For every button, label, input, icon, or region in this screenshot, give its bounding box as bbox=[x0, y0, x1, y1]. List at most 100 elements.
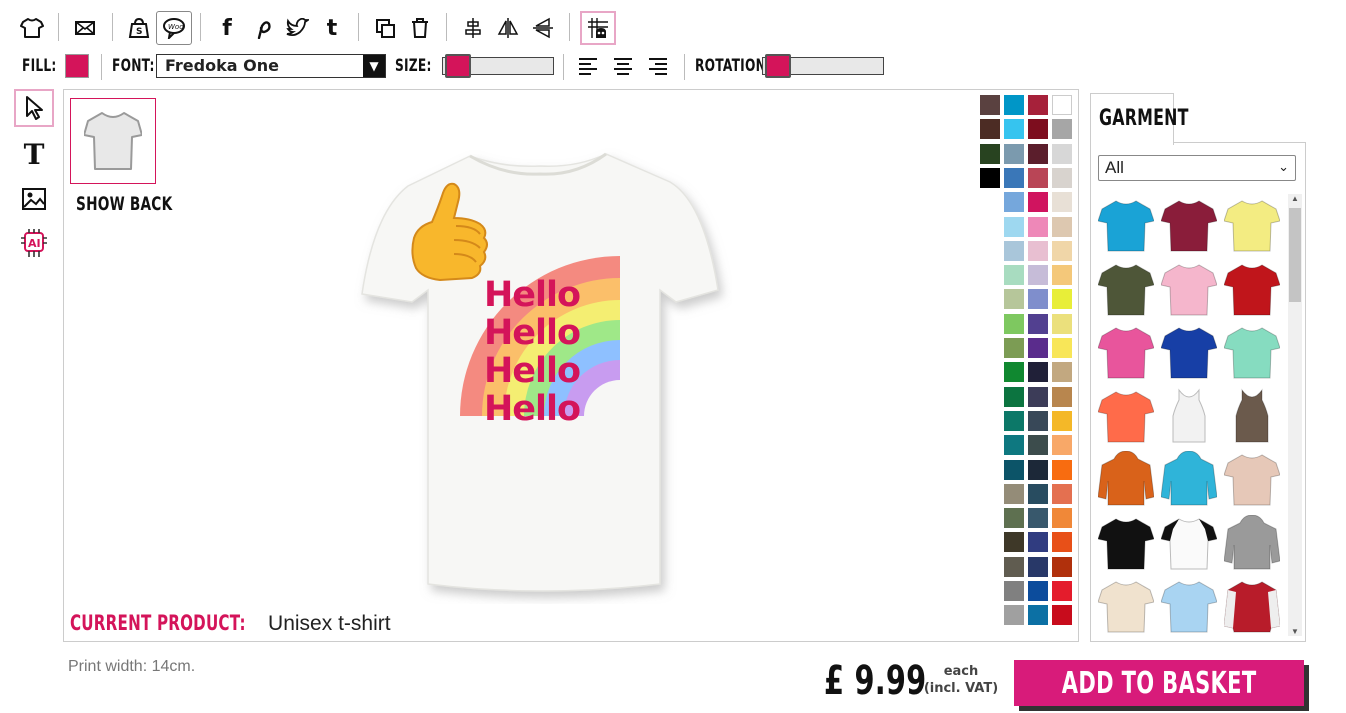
palette-swatch[interactable] bbox=[1052, 338, 1072, 358]
palette-swatch[interactable] bbox=[1028, 556, 1048, 577]
thumbs-up-icon[interactable] bbox=[408, 178, 494, 286]
palette-swatch[interactable] bbox=[1052, 240, 1072, 261]
palette-swatch[interactable] bbox=[1052, 556, 1072, 577]
palette-swatch[interactable] bbox=[1004, 459, 1024, 480]
facebook-icon[interactable]: f bbox=[209, 11, 245, 45]
pinterest-icon[interactable] bbox=[244, 11, 280, 45]
palette-swatch[interactable] bbox=[1052, 532, 1072, 553]
palette-swatch[interactable] bbox=[1052, 216, 1072, 237]
palette-swatch[interactable] bbox=[1052, 192, 1072, 213]
palette-swatch[interactable] bbox=[1028, 581, 1048, 601]
garment-item[interactable] bbox=[1223, 261, 1281, 317]
palette-swatch[interactable] bbox=[1028, 95, 1048, 115]
palette-swatch[interactable] bbox=[980, 143, 1000, 164]
garment-item[interactable] bbox=[1097, 324, 1155, 380]
garment-item[interactable] bbox=[1097, 388, 1155, 444]
palette-swatch[interactable] bbox=[1004, 192, 1024, 213]
palette-swatch[interactable] bbox=[1052, 313, 1072, 334]
palette-swatch[interactable] bbox=[1052, 362, 1072, 383]
tumblr-icon[interactable]: t bbox=[314, 11, 350, 45]
palette-swatch[interactable] bbox=[1028, 410, 1048, 431]
palette-swatch[interactable] bbox=[1028, 508, 1048, 529]
palette-swatch[interactable] bbox=[1028, 265, 1048, 286]
palette-swatch[interactable] bbox=[1028, 386, 1048, 407]
size-slider-knob[interactable] bbox=[445, 54, 471, 78]
grid-icon[interactable] bbox=[580, 11, 616, 45]
garment-item[interactable] bbox=[1097, 515, 1155, 571]
palette-swatch[interactable] bbox=[1052, 483, 1072, 504]
palette-swatch[interactable] bbox=[1028, 167, 1048, 188]
align-center-text-icon[interactable] bbox=[613, 57, 633, 80]
palette-swatch[interactable] bbox=[1052, 459, 1072, 480]
palette-swatch[interactable] bbox=[1004, 313, 1024, 334]
palette-swatch[interactable] bbox=[1052, 581, 1072, 601]
palette-swatch[interactable] bbox=[1028, 289, 1048, 310]
palette-swatch[interactable] bbox=[1052, 119, 1072, 140]
font-select[interactable]: Fredoka One ▼ bbox=[156, 54, 386, 78]
palette-swatch[interactable] bbox=[1004, 410, 1024, 431]
garment-item[interactable] bbox=[1223, 197, 1281, 253]
add-to-basket-button[interactable]: ADD TO BASKET bbox=[1014, 660, 1304, 706]
select-tool-button[interactable] bbox=[14, 89, 54, 127]
garment-item[interactable] bbox=[1223, 451, 1281, 507]
tshirt-icon[interactable] bbox=[14, 11, 50, 45]
palette-swatch[interactable] bbox=[1028, 143, 1048, 164]
garment-item[interactable] bbox=[1160, 450, 1218, 507]
palette-swatch[interactable] bbox=[1004, 386, 1024, 407]
palette-swatch[interactable] bbox=[1004, 95, 1024, 115]
envelope-icon[interactable] bbox=[67, 11, 103, 45]
garment-item[interactable] bbox=[1223, 324, 1281, 380]
palette-swatch[interactable] bbox=[980, 119, 1000, 140]
garment-item[interactable] bbox=[1160, 197, 1218, 253]
palette-swatch[interactable] bbox=[1028, 532, 1048, 553]
palette-swatch[interactable] bbox=[1028, 435, 1048, 456]
text-tool-button[interactable]: T bbox=[14, 135, 54, 173]
garment-item[interactable] bbox=[1223, 578, 1281, 634]
rotation-slider[interactable] bbox=[762, 54, 884, 78]
palette-swatch[interactable] bbox=[980, 95, 1000, 115]
palette-swatch[interactable] bbox=[1004, 338, 1024, 358]
garment-item[interactable] bbox=[1097, 197, 1155, 253]
palette-swatch[interactable] bbox=[1004, 362, 1024, 383]
palette-swatch[interactable] bbox=[1028, 240, 1048, 261]
garment-item[interactable] bbox=[1097, 261, 1155, 317]
palette-swatch[interactable] bbox=[1028, 605, 1048, 626]
palette-swatch[interactable] bbox=[1052, 605, 1072, 626]
align-center-icon[interactable] bbox=[455, 11, 491, 45]
flip-vertical-icon[interactable] bbox=[525, 11, 561, 45]
hello-text-block[interactable]: Hello Hello Hello Hello bbox=[484, 276, 581, 428]
flip-horizontal-icon[interactable] bbox=[490, 11, 526, 45]
align-right-icon[interactable] bbox=[648, 57, 668, 80]
image-tool-button[interactable] bbox=[14, 180, 54, 218]
align-left-icon[interactable] bbox=[578, 57, 598, 80]
palette-swatch[interactable] bbox=[1004, 240, 1024, 261]
garment-item[interactable] bbox=[1097, 450, 1155, 507]
show-back-thumbnail[interactable] bbox=[70, 98, 156, 184]
twitter-icon[interactable] bbox=[279, 11, 315, 45]
garment-item[interactable] bbox=[1223, 513, 1281, 571]
palette-swatch[interactable] bbox=[1004, 605, 1024, 626]
garment-item[interactable] bbox=[1160, 578, 1218, 634]
trash-icon[interactable] bbox=[402, 11, 438, 45]
palette-swatch[interactable] bbox=[1028, 192, 1048, 213]
garment-item[interactable] bbox=[1224, 387, 1280, 444]
palette-swatch[interactable] bbox=[980, 167, 1000, 188]
scrollbar-thumb[interactable] bbox=[1289, 208, 1301, 302]
rotation-slider-knob[interactable] bbox=[765, 54, 791, 78]
palette-swatch[interactable] bbox=[1028, 119, 1048, 140]
palette-swatch[interactable] bbox=[1028, 362, 1048, 383]
palette-swatch[interactable] bbox=[1004, 265, 1024, 286]
palette-swatch[interactable] bbox=[1028, 459, 1048, 480]
garment-item[interactable] bbox=[1160, 324, 1218, 380]
palette-swatch[interactable] bbox=[1052, 265, 1072, 286]
palette-swatch[interactable] bbox=[1028, 313, 1048, 334]
palette-swatch[interactable] bbox=[1004, 532, 1024, 553]
palette-swatch[interactable] bbox=[1004, 167, 1024, 188]
garment-tab[interactable]: GARMENT bbox=[1090, 93, 1188, 145]
garment-item[interactable] bbox=[1097, 578, 1155, 634]
palette-swatch[interactable] bbox=[1052, 289, 1072, 310]
bag-icon[interactable]: S bbox=[121, 11, 157, 45]
palette-swatch[interactable] bbox=[1028, 216, 1048, 237]
duplicate-icon[interactable] bbox=[367, 11, 403, 45]
palette-swatch[interactable] bbox=[1028, 483, 1048, 504]
